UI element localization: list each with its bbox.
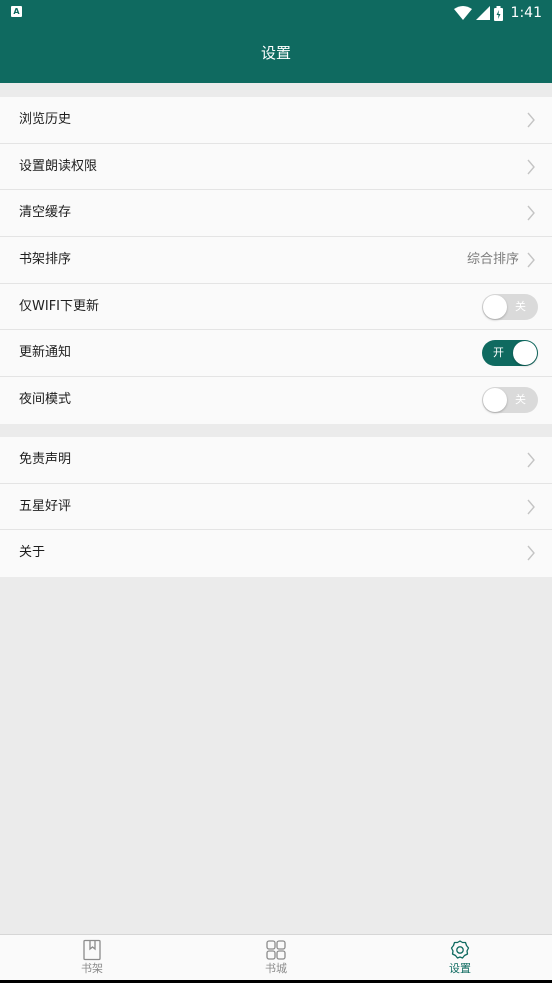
setting-label: 书架排序 bbox=[19, 252, 72, 268]
setting-update-notification: 更新通知 开 bbox=[0, 330, 552, 378]
wifi-icon bbox=[453, 6, 472, 20]
setting-label: 关于 bbox=[19, 545, 46, 561]
gear-icon bbox=[450, 940, 470, 959]
bottom-nav: 书架 书城 设置 bbox=[0, 934, 552, 980]
chevron-right-icon bbox=[527, 205, 535, 221]
nav-settings[interactable]: 设置 bbox=[368, 935, 552, 981]
chevron-right-icon bbox=[527, 452, 535, 468]
status-bar: A 1:41 bbox=[0, 0, 552, 26]
bookshelf-icon bbox=[83, 939, 101, 961]
setting-label: 清空缓存 bbox=[19, 205, 72, 221]
setting-five-star-review[interactable]: 五星好评 bbox=[0, 484, 552, 531]
nav-label: 书架 bbox=[81, 962, 103, 975]
setting-about[interactable]: 关于 bbox=[0, 530, 552, 577]
setting-label: 五星好评 bbox=[19, 498, 72, 514]
settings-group-1: 浏览历史 设置朗读权限 清空缓存 书架排序 综合排序 仅WIFI下更新 关 更新… bbox=[0, 97, 552, 424]
setting-night-mode: 夜间模式 关 bbox=[0, 377, 552, 424]
chevron-right-icon bbox=[527, 499, 535, 515]
page-title: 设置 bbox=[260, 44, 291, 62]
nav-label: 书城 bbox=[265, 962, 287, 975]
battery-charging-icon bbox=[493, 5, 503, 21]
status-icons: 1:41 bbox=[453, 4, 542, 22]
update-notification-toggle[interactable]: 开 bbox=[482, 340, 538, 367]
chevron-right-icon bbox=[527, 545, 535, 561]
setting-label: 免责声明 bbox=[19, 452, 72, 467]
settings-group-2: 免责声明 五星好评 关于 bbox=[0, 437, 552, 578]
signal-icon bbox=[475, 6, 490, 20]
toggle-state-text: 关 bbox=[515, 393, 526, 407]
toggle-state-text: 开 bbox=[493, 346, 504, 360]
nav-bookshelf[interactable]: 书架 bbox=[0, 935, 184, 981]
toggle-knob bbox=[513, 341, 537, 366]
chevron-right-icon bbox=[527, 112, 535, 128]
toggle-knob bbox=[483, 294, 507, 319]
wifi-only-toggle[interactable]: 关 bbox=[482, 293, 538, 320]
setting-label: 仅WIFI下更新 bbox=[19, 298, 99, 314]
setting-disclaimer[interactable]: 免责声明 bbox=[0, 437, 552, 484]
setting-label: 夜间模式 bbox=[19, 392, 72, 408]
toggle-state-text: 关 bbox=[515, 299, 526, 313]
nav-bookstore[interactable]: 书城 bbox=[184, 935, 368, 981]
night-mode-toggle[interactable]: 关 bbox=[482, 387, 538, 414]
nav-label: 设置 bbox=[449, 962, 471, 975]
setting-label: 浏览历史 bbox=[19, 112, 72, 127]
setting-clear-cache[interactable]: 清空缓存 bbox=[0, 190, 552, 238]
setting-label: 更新通知 bbox=[19, 345, 72, 361]
chevron-right-icon bbox=[527, 159, 535, 175]
app-header: 设置 bbox=[0, 26, 552, 83]
status-time: 1:41 bbox=[510, 5, 542, 21]
notification-icon: A bbox=[11, 6, 22, 17]
setting-bookshelf-sort[interactable]: 书架排序 综合排序 bbox=[0, 237, 552, 284]
chevron-right-icon bbox=[527, 252, 535, 268]
setting-browse-history[interactable]: 浏览历史 bbox=[0, 97, 552, 144]
setting-wifi-only-update: 仅WIFI下更新 关 bbox=[0, 284, 552, 331]
grid-icon bbox=[266, 940, 286, 960]
sort-value: 综合排序 bbox=[466, 252, 519, 268]
setting-read-aloud-permission[interactable]: 设置朗读权限 bbox=[0, 144, 552, 191]
toggle-knob bbox=[483, 388, 507, 413]
setting-label: 设置朗读权限 bbox=[19, 158, 98, 174]
